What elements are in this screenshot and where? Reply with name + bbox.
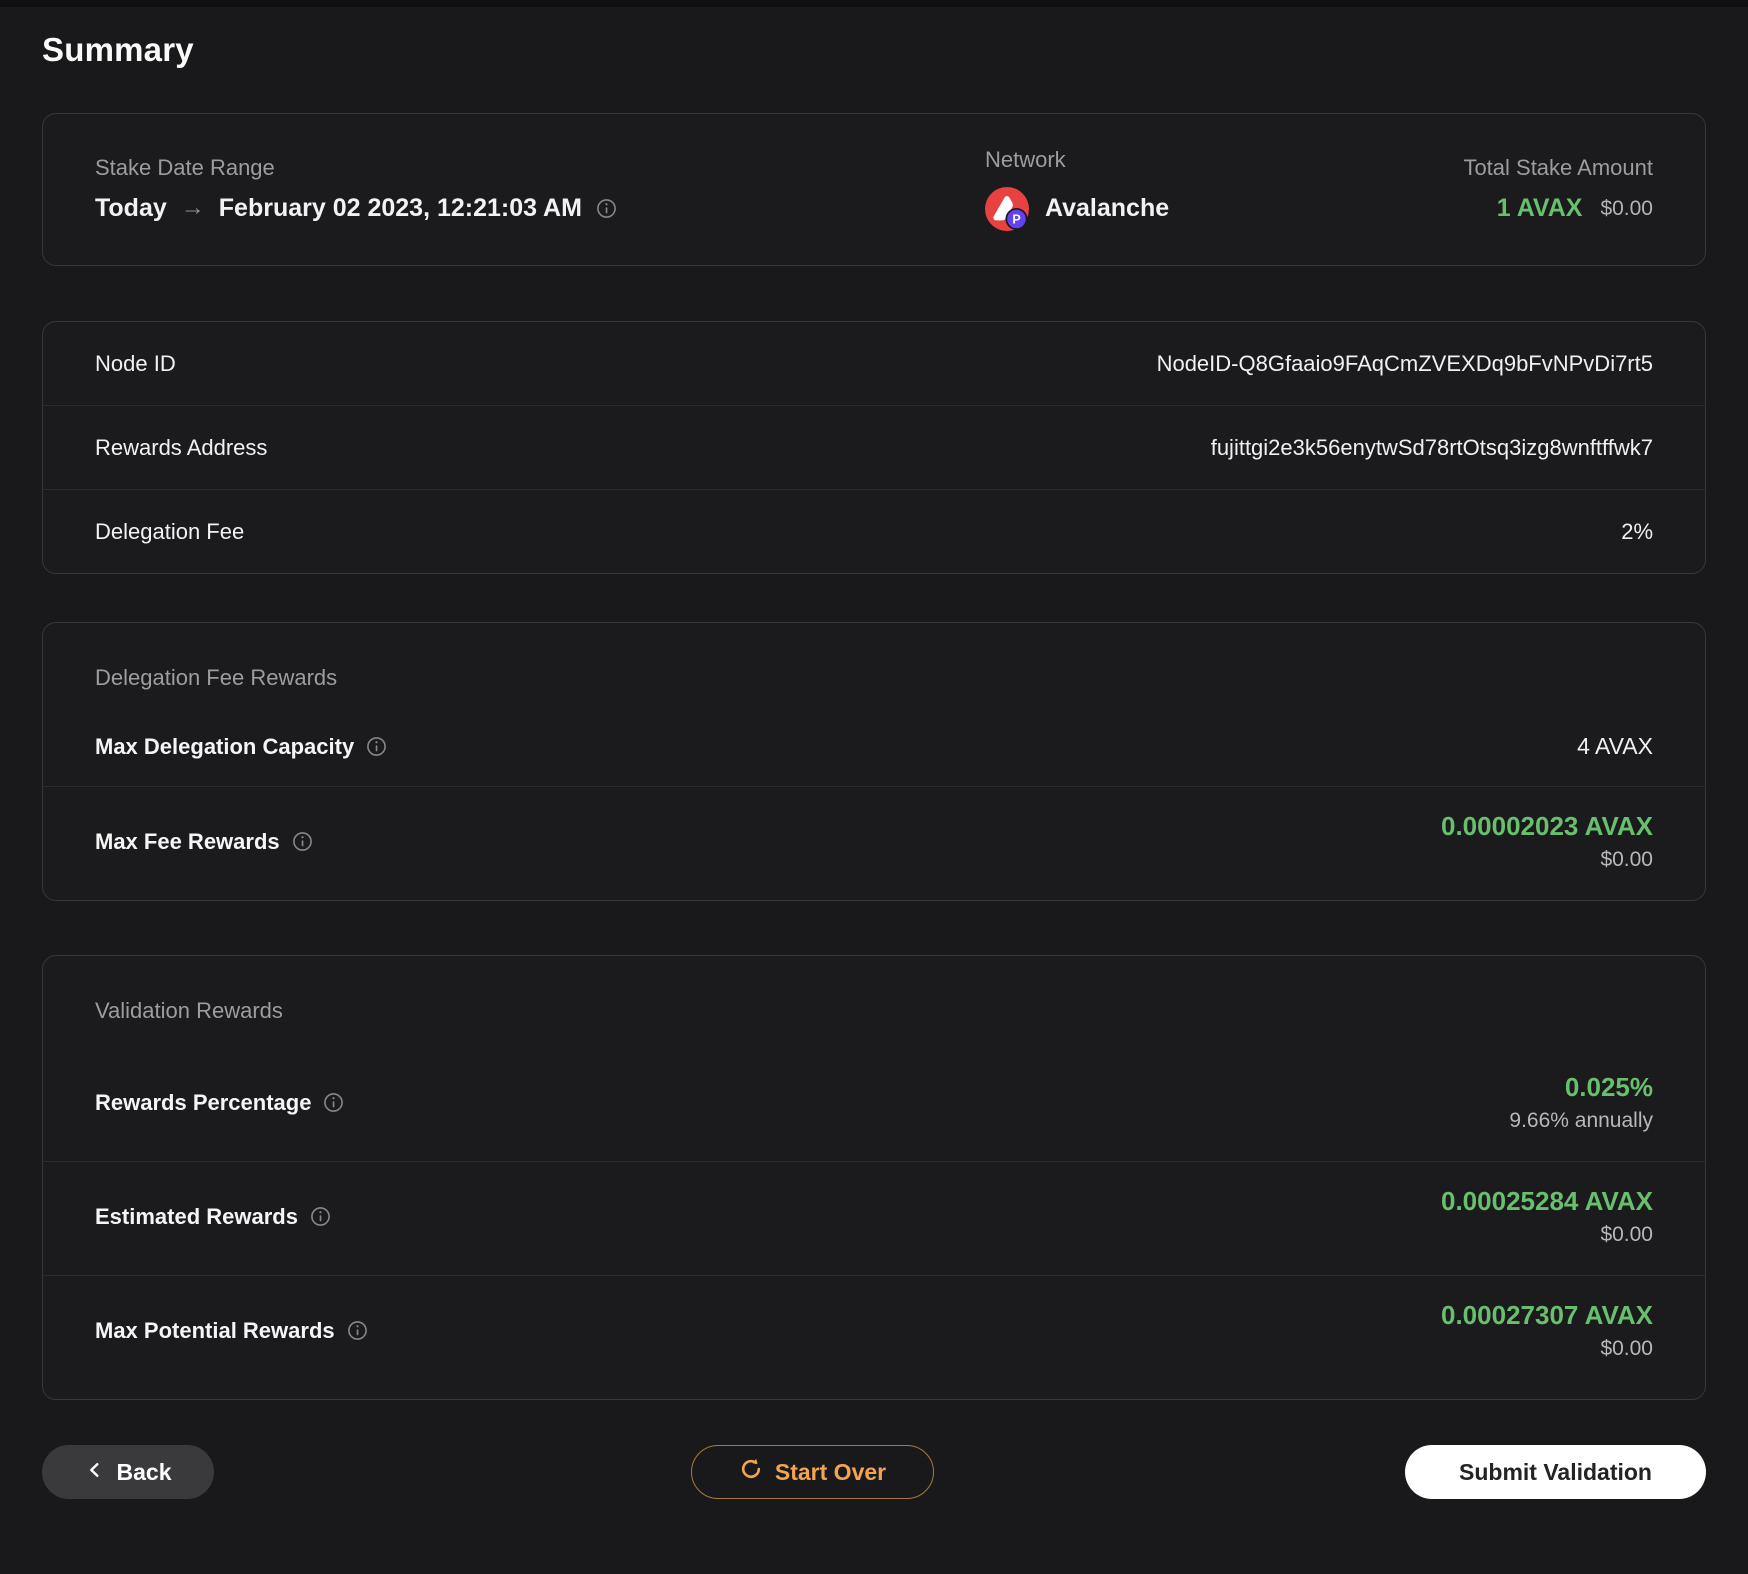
max-delegation-capacity-info-icon[interactable]: [366, 736, 387, 757]
start-over-button[interactable]: Start Over: [691, 1445, 934, 1499]
max-fee-rewards-info-icon[interactable]: [292, 831, 313, 852]
rewards-percentage-label: Rewards Percentage: [95, 1089, 312, 1115]
table-row-delegation-fee: Delegation Fee 2%: [43, 490, 1705, 573]
node-id-label: Node ID: [95, 350, 176, 376]
back-button[interactable]: Back: [42, 1445, 214, 1499]
top-edge: [0, 0, 1748, 7]
refresh-icon: [739, 1457, 763, 1487]
max-potential-rewards-usd: $0.00: [1600, 1337, 1653, 1360]
max-potential-rewards-label: Max Potential Rewards: [95, 1317, 335, 1343]
total-stake-label: Total Stake Amount: [1463, 154, 1653, 180]
max-fee-rewards-value: 0.00002023 AVAX: [1441, 811, 1653, 841]
row-rewards-percentage: Rewards Percentage 0.025% 9.66% annually: [43, 1048, 1705, 1162]
start-over-button-label: Start Over: [774, 1458, 887, 1485]
stake-date-range: Stake Date Range Today → February 02 202…: [95, 154, 985, 223]
avalanche-p-chain-icon: P: [985, 186, 1029, 231]
network-label: Network: [985, 146, 1066, 172]
rewards-percentage-value: 0.025%: [1564, 1072, 1653, 1102]
max-fee-rewards-label: Max Fee Rewards: [95, 828, 280, 854]
submit-validation-button-label: Submit Validation: [1459, 1458, 1652, 1485]
row-max-delegation-capacity: Max Delegation Capacity 4 AVAX: [43, 715, 1705, 787]
p-chain-badge: P: [1012, 212, 1020, 226]
footer-actions: Back Start Over Submit Validation: [42, 1445, 1706, 1499]
max-delegation-capacity-value: 4 AVAX: [1577, 733, 1653, 759]
total-stake-amount: 1 AVAX: [1496, 193, 1583, 222]
delegation-fee-value: 2%: [1621, 518, 1653, 544]
stake-date-info-icon[interactable]: [596, 198, 617, 219]
delegation-fee-label: Delegation Fee: [95, 518, 245, 544]
estimated-rewards-label: Estimated Rewards: [95, 1203, 298, 1229]
row-max-potential-rewards: Max Potential Rewards 0.00027307 AVAX $0…: [43, 1276, 1705, 1399]
rewards-address-value: fujittgi2e3k56enytwSd78rtOtsq3izg8wnftff…: [1210, 434, 1653, 460]
network-value: Avalanche: [1045, 193, 1170, 222]
delegation-fee-rewards-card: Delegation Fee Rewards Max Delegation Ca…: [42, 622, 1706, 901]
max-potential-rewards-info-icon[interactable]: [347, 1320, 368, 1341]
stake-start-value: Today: [95, 193, 167, 222]
table-row-node-id: Node ID NodeID-Q8Gfaaio9FAqCmZVEXDq9bFvN…: [43, 322, 1705, 406]
network-column: Network P Avalanche: [985, 146, 1463, 231]
total-stake-column: Total Stake Amount 1 AVAX $0.00: [1463, 154, 1653, 223]
row-max-fee-rewards: Max Fee Rewards 0.00002023 AVAX $0.00: [43, 787, 1705, 900]
chevron-left-icon: [85, 1459, 105, 1486]
total-stake-usd: $0.00: [1600, 196, 1653, 220]
stake-overview-card: Stake Date Range Today → February 02 202…: [42, 113, 1706, 266]
row-estimated-rewards: Estimated Rewards 0.00025284 AVAX $0.00: [43, 1162, 1705, 1276]
summary-page: Summary Stake Date Range Today → Februar…: [0, 31, 1748, 1499]
back-button-label: Back: [116, 1458, 172, 1485]
stake-end-value: February 02 2023, 12:21:03 AM: [218, 193, 582, 222]
estimated-rewards-usd: $0.00: [1600, 1223, 1653, 1246]
rewards-address-label: Rewards Address: [95, 434, 268, 460]
estimated-rewards-info-icon[interactable]: [310, 1206, 331, 1227]
arrow-right-icon: →: [180, 194, 205, 222]
validator-details-card: Node ID NodeID-Q8Gfaaio9FAqCmZVEXDq9bFvN…: [42, 321, 1706, 574]
validation-rewards-card: Validation Rewards Rewards Percentage 0.…: [42, 955, 1706, 1400]
max-fee-rewards-usd: $0.00: [1600, 848, 1653, 871]
node-id-value: NodeID-Q8Gfaaio9FAqCmZVEXDq9bFvNPvDi7rt5: [1156, 350, 1653, 376]
table-row-rewards-address: Rewards Address fujittgi2e3k56enytwSd78r…: [43, 406, 1705, 490]
validation-rewards-title: Validation Rewards: [95, 998, 283, 1023]
estimated-rewards-value: 0.00025284 AVAX: [1441, 1186, 1653, 1216]
rewards-percentage-annual: 9.66% annually: [1509, 1109, 1653, 1132]
rewards-percentage-info-icon[interactable]: [323, 1092, 344, 1113]
submit-validation-button[interactable]: Submit Validation: [1405, 1445, 1706, 1499]
max-delegation-capacity-label: Max Delegation Capacity: [95, 733, 355, 759]
page-title: Summary: [42, 31, 194, 68]
max-potential-rewards-value: 0.00027307 AVAX: [1441, 1300, 1653, 1330]
stake-date-range-label: Stake Date Range: [95, 154, 275, 180]
delegation-fee-rewards-title: Delegation Fee Rewards: [95, 665, 338, 690]
